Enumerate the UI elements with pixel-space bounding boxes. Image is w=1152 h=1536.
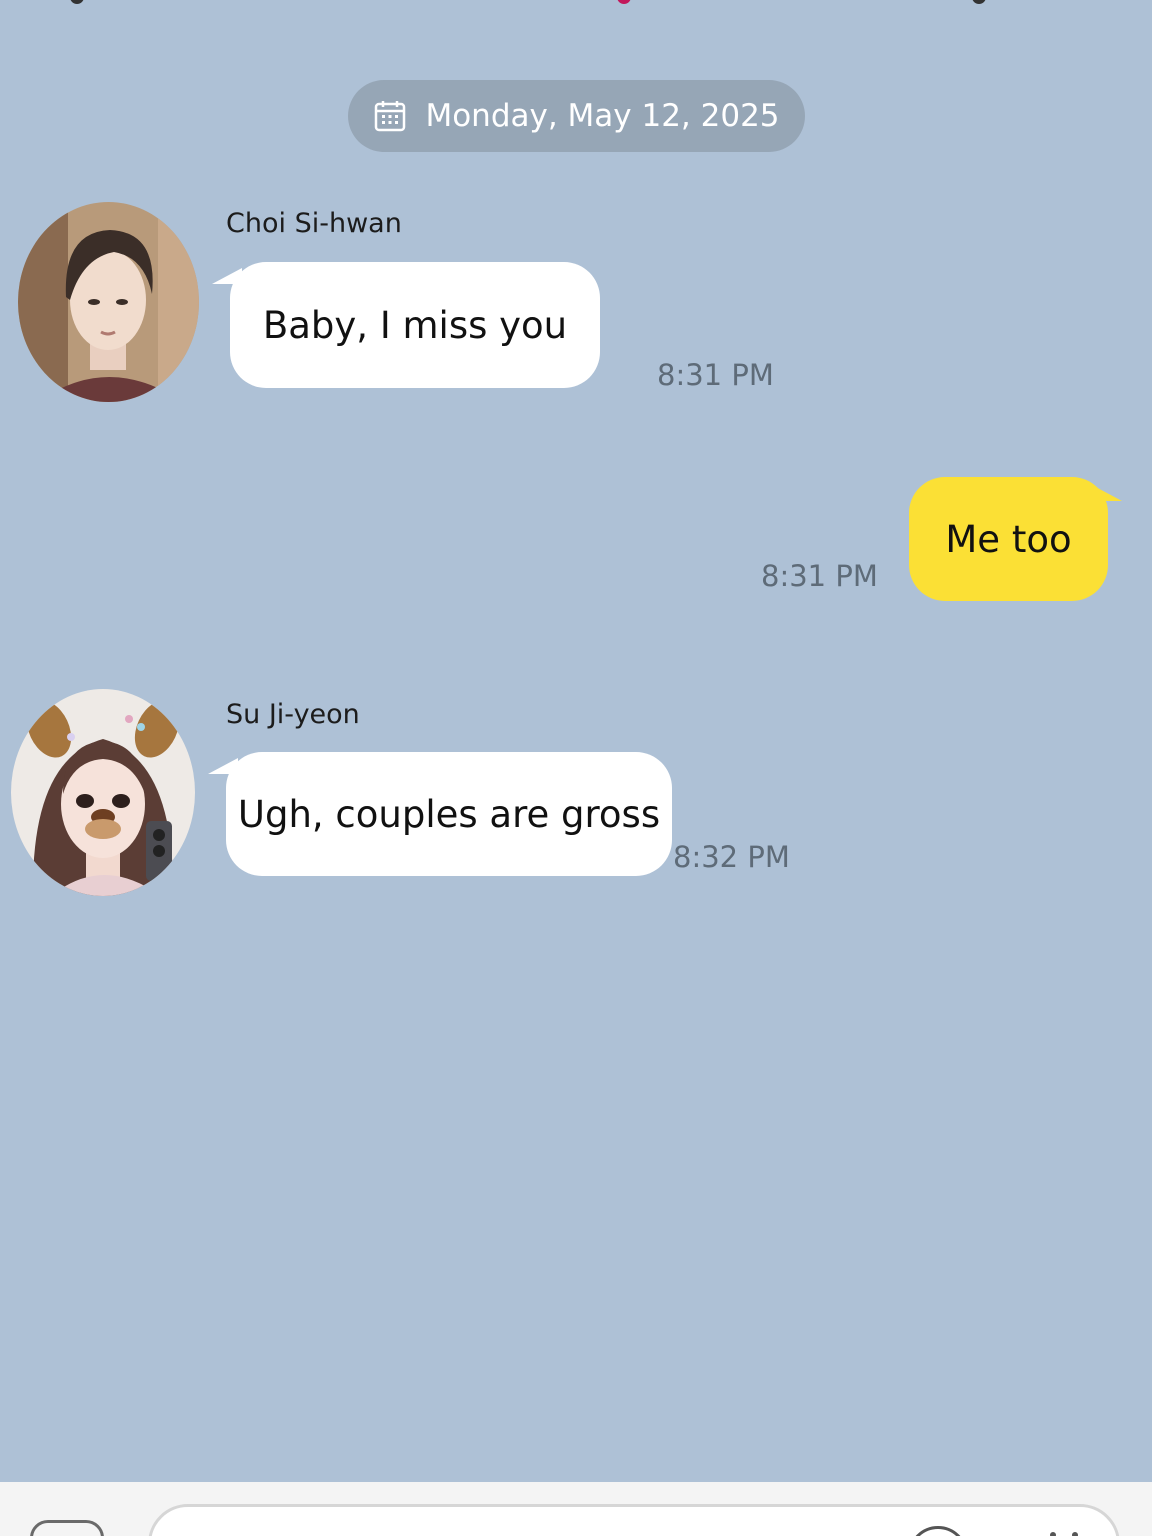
status-mark-right bbox=[972, 0, 986, 4]
message-input-bar bbox=[0, 1482, 1152, 1536]
message-bubble[interactable]: Baby, I miss you bbox=[230, 262, 600, 388]
status-mark-left bbox=[70, 0, 84, 4]
message-bubble[interactable]: Ugh, couples are gross bbox=[226, 752, 672, 876]
message-time: 8:32 PM bbox=[673, 840, 790, 874]
date-divider: Monday, May 12, 2025 bbox=[348, 80, 805, 152]
my-message-bubble[interactable]: Me too bbox=[909, 477, 1108, 601]
date-label: Monday, May 12, 2025 bbox=[425, 98, 780, 134]
more-icon[interactable] bbox=[1048, 1530, 1088, 1536]
message-time: 8:31 PM bbox=[657, 358, 774, 392]
avatar-su-ji-yeon[interactable] bbox=[11, 689, 195, 896]
plus-icon[interactable] bbox=[30, 1520, 104, 1536]
avatar-choi-si-hwan[interactable] bbox=[18, 202, 199, 402]
message-input[interactable] bbox=[148, 1504, 1120, 1536]
calendar-icon bbox=[373, 99, 407, 133]
heart-icon bbox=[617, 0, 631, 4]
sender-name: Choi Si-hwan bbox=[226, 208, 402, 239]
message-time: 8:31 PM bbox=[761, 559, 878, 593]
bubble-tail bbox=[1092, 485, 1122, 501]
sender-name: Su Ji-yeon bbox=[226, 699, 360, 730]
